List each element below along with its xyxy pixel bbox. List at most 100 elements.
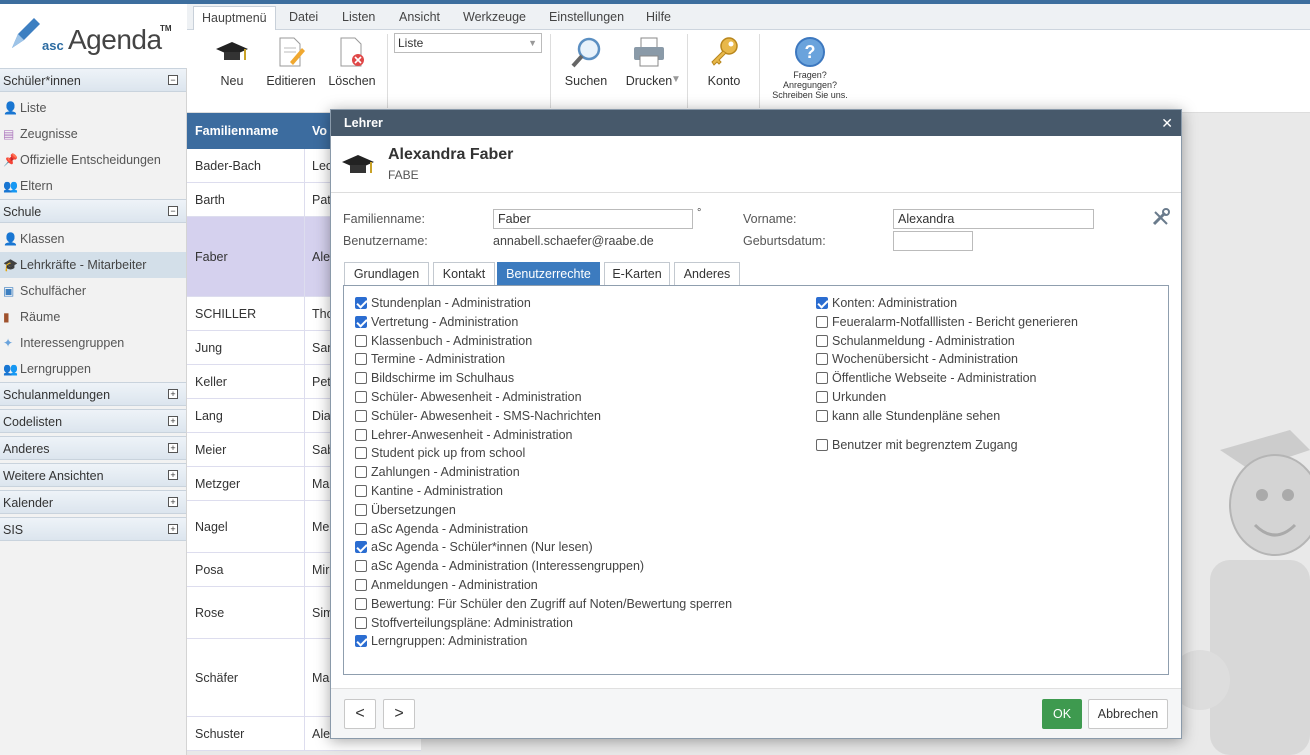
checkbox-unchecked-icon[interactable]: [355, 466, 367, 479]
expand-toggle[interactable]: +: [168, 497, 178, 507]
permission-checkbox[interactable]: Vertretung - Administration: [355, 313, 518, 331]
checkbox-checked-icon[interactable]: [355, 635, 367, 648]
permission-checkbox[interactable]: Anmeldungen - Administration: [355, 576, 538, 594]
checkbox-unchecked-icon[interactable]: [355, 334, 367, 347]
checkbox-checked-icon[interactable]: [816, 297, 828, 309]
sidebar-item-liste[interactable]: 👤 Liste: [0, 95, 186, 121]
checkbox-unchecked-icon[interactable]: [355, 522, 367, 535]
sidebar-item-klassen[interactable]: 👤 Klassen: [0, 226, 186, 252]
menu-tab-datei[interactable]: Datei: [289, 6, 318, 30]
delete-button[interactable]: Löschen: [325, 30, 379, 113]
checkbox-unchecked-icon[interactable]: [355, 560, 367, 573]
sidebar-section-weitere-ansichten[interactable]: Weitere Ansichten +: [0, 463, 186, 487]
permission-checkbox[interactable]: Bildschirme im Schulhaus: [355, 369, 514, 387]
permission-checkbox[interactable]: aSc Agenda - Administration (Interesseng…: [355, 557, 644, 575]
checkbox-unchecked-icon[interactable]: [816, 391, 828, 403]
checkbox-unchecked-icon[interactable]: [816, 353, 828, 366]
permission-checkbox[interactable]: Bewertung: Für Schüler den Zugriff auf N…: [355, 595, 732, 613]
checkbox-checked-icon[interactable]: [355, 297, 367, 309]
permission-checkbox[interactable]: Termine - Administration: [355, 350, 505, 368]
sidebar-item-schulfaecher[interactable]: ▣ Schulfächer: [0, 278, 186, 304]
checkbox-unchecked-icon[interactable]: [816, 372, 828, 385]
print-dropdown-icon[interactable]: ▼: [671, 74, 681, 85]
checkbox-unchecked-icon[interactable]: [355, 428, 367, 441]
tab-grundlagen[interactable]: Grundlagen: [344, 262, 429, 286]
menu-tab-listen[interactable]: Listen: [342, 6, 375, 30]
menu-tab-hauptmenue[interactable]: Hauptmenü: [193, 6, 276, 30]
checkbox-unchecked-icon[interactable]: [355, 353, 367, 366]
sidebar-section-anderes[interactable]: Anderes +: [0, 436, 186, 460]
sidebar-section-sis[interactable]: SIS +: [0, 517, 186, 541]
view-select[interactable]: Liste ▼: [394, 33, 542, 53]
account-button[interactable]: Konto: [699, 30, 749, 113]
checkbox-unchecked-icon[interactable]: [355, 616, 367, 629]
checkbox-unchecked-icon[interactable]: [816, 409, 828, 422]
sidebar-item-raeume[interactable]: ▮ Räume: [0, 304, 186, 330]
checkbox-unchecked-icon[interactable]: [355, 503, 367, 516]
tab-kontakt[interactable]: Kontakt: [433, 262, 495, 286]
checkbox-unchecked-icon[interactable]: [355, 391, 367, 403]
permission-checkbox[interactable]: Wochenübersicht - Administration: [816, 350, 1018, 368]
cancel-button[interactable]: Abbrechen: [1088, 699, 1168, 729]
checkbox-unchecked-icon[interactable]: [355, 447, 367, 460]
permission-checkbox[interactable]: Kantine - Administration: [355, 482, 503, 500]
menu-tab-ansicht[interactable]: Ansicht: [399, 6, 440, 30]
permission-checkbox[interactable]: Übersetzungen: [355, 501, 456, 519]
column-header-familienname[interactable]: Familienname: [195, 113, 278, 149]
sidebar-item-zeugnisse[interactable]: ▤ Zeugnisse: [0, 121, 186, 147]
permission-checkbox[interactable]: Klassenbuch - Administration: [355, 332, 532, 350]
edit-button[interactable]: Editieren: [265, 30, 317, 113]
sidebar-section-schueler[interactable]: Schüler*innen −: [0, 68, 186, 92]
checkbox-unchecked-icon[interactable]: [816, 315, 828, 328]
tab-anderes[interactable]: Anderes: [674, 262, 740, 286]
permission-checkbox[interactable]: aSc Agenda - Schüler*innen (Nur lesen): [355, 538, 593, 556]
tab-e-karten[interactable]: E-Karten: [604, 262, 670, 286]
permission-checkbox[interactable]: Zahlungen - Administration: [355, 463, 520, 481]
permission-checkbox[interactable]: Schüler- Abwesenheit - Administration: [355, 388, 582, 406]
sidebar-item-interessengruppen[interactable]: ✦ Interessengruppen: [0, 330, 186, 356]
permission-checkbox[interactable]: Lehrer-Anwesenheit - Administration: [355, 426, 573, 444]
permission-checkbox[interactable]: Lerngruppen: Administration: [355, 632, 527, 650]
permission-checkbox[interactable]: Feueralarm-Notfalllisten - Bericht gener…: [816, 313, 1078, 331]
menu-tab-einstellungen[interactable]: Einstellungen: [549, 6, 624, 30]
permission-checkbox[interactable]: Öffentliche Webseite - Administration: [816, 369, 1037, 387]
sidebar-item-lehrkraefte[interactable]: 🎓 Lehrkräfte - Mitarbeiter: [0, 252, 186, 278]
checkbox-checked-icon[interactable]: [355, 315, 367, 328]
permission-checkbox[interactable]: aSc Agenda - Administration: [355, 520, 528, 538]
checkbox-unchecked-icon[interactable]: [816, 334, 828, 347]
expand-toggle[interactable]: +: [168, 389, 178, 399]
column-header-vorname[interactable]: Vo: [312, 113, 327, 149]
sidebar-section-schule[interactable]: Schule −: [0, 199, 186, 223]
vorname-input[interactable]: Alexandra: [893, 209, 1094, 229]
checkbox-unchecked-icon[interactable]: [355, 372, 367, 385]
tools-icon[interactable]: [1151, 208, 1171, 228]
expand-toggle[interactable]: +: [168, 443, 178, 453]
sidebar-section-kalender[interactable]: Kalender +: [0, 490, 186, 514]
checkbox-checked-icon[interactable]: [355, 541, 367, 554]
permission-checkbox[interactable]: Benutzer mit begrenztem Zugang: [816, 436, 1018, 454]
checkbox-unchecked-icon[interactable]: [355, 409, 367, 422]
menu-tab-hilfe[interactable]: Hilfe: [646, 6, 671, 30]
next-button[interactable]: >: [383, 699, 415, 729]
new-button[interactable]: Neu: [207, 30, 257, 113]
sidebar-item-entscheidungen[interactable]: 📌 Offizielle Entscheidungen: [0, 147, 186, 173]
checkbox-unchecked-icon[interactable]: [355, 597, 367, 610]
checkbox-unchecked-icon[interactable]: [355, 485, 367, 497]
expand-toggle[interactable]: +: [168, 470, 178, 480]
sidebar-section-schulanmeldungen[interactable]: Schulanmeldungen +: [0, 382, 186, 406]
sidebar-item-eltern[interactable]: 👥 Eltern: [0, 173, 186, 199]
close-icon[interactable]: ✕: [1161, 110, 1173, 136]
permission-checkbox[interactable]: Konten: Administration: [816, 294, 957, 312]
tab-benutzerrechte[interactable]: Benutzerrechte: [497, 262, 600, 286]
permission-checkbox[interactable]: Schulanmeldung - Administration: [816, 332, 1015, 350]
sidebar-item-lerngruppen[interactable]: 👥 Lerngruppen: [0, 356, 186, 382]
checkbox-unchecked-icon[interactable]: [355, 579, 367, 591]
expand-toggle[interactable]: +: [168, 416, 178, 426]
collapse-toggle[interactable]: −: [168, 206, 178, 216]
familienname-input[interactable]: Faber: [493, 209, 693, 229]
menu-tab-werkzeuge[interactable]: Werkzeuge: [463, 6, 526, 30]
permission-checkbox[interactable]: Stoffverteilungspläne: Administration: [355, 614, 573, 632]
sidebar-section-codelisten[interactable]: Codelisten +: [0, 409, 186, 433]
expand-toggle[interactable]: +: [168, 524, 178, 534]
permission-checkbox[interactable]: Schüler- Abwesenheit - SMS-Nachrichten: [355, 407, 601, 425]
